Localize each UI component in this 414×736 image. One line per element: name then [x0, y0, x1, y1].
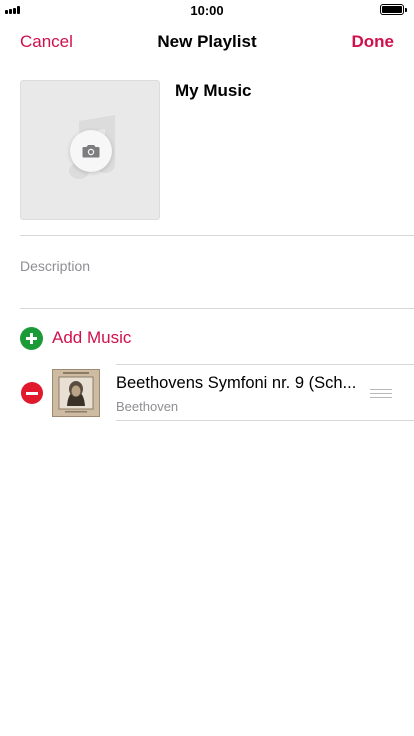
camera-button[interactable] — [70, 130, 112, 172]
status-time: 10:00 — [190, 3, 224, 18]
navigation-bar: Cancel New Playlist Done — [0, 20, 414, 64]
divider — [20, 235, 414, 236]
minus-circle-icon[interactable] — [21, 382, 43, 404]
track-row: Beethovens Symfoni nr. 9 (Sch... Beethov… — [0, 365, 414, 421]
divider — [20, 308, 414, 309]
status-bar: 10:00 — [0, 0, 414, 20]
portrait-icon — [53, 370, 99, 416]
add-music-label: Add Music — [52, 328, 132, 347]
track-artwork — [52, 369, 100, 417]
divider — [116, 420, 414, 421]
battery-icon — [380, 4, 407, 15]
playlist-name[interactable]: My Music — [175, 81, 252, 101]
done-button[interactable]: Done — [352, 32, 395, 52]
description-field[interactable]: Description — [20, 258, 90, 274]
playlist-artwork[interactable] — [20, 80, 160, 220]
track-artist: Beethoven — [116, 399, 179, 414]
reorder-handle-icon[interactable] — [370, 389, 392, 398]
add-music-button[interactable]: Add Music — [20, 326, 131, 350]
track-title: Beethovens Symfoni nr. 9 (Sch... — [116, 374, 357, 392]
plus-circle-icon — [20, 326, 43, 350]
camera-icon — [82, 145, 100, 158]
